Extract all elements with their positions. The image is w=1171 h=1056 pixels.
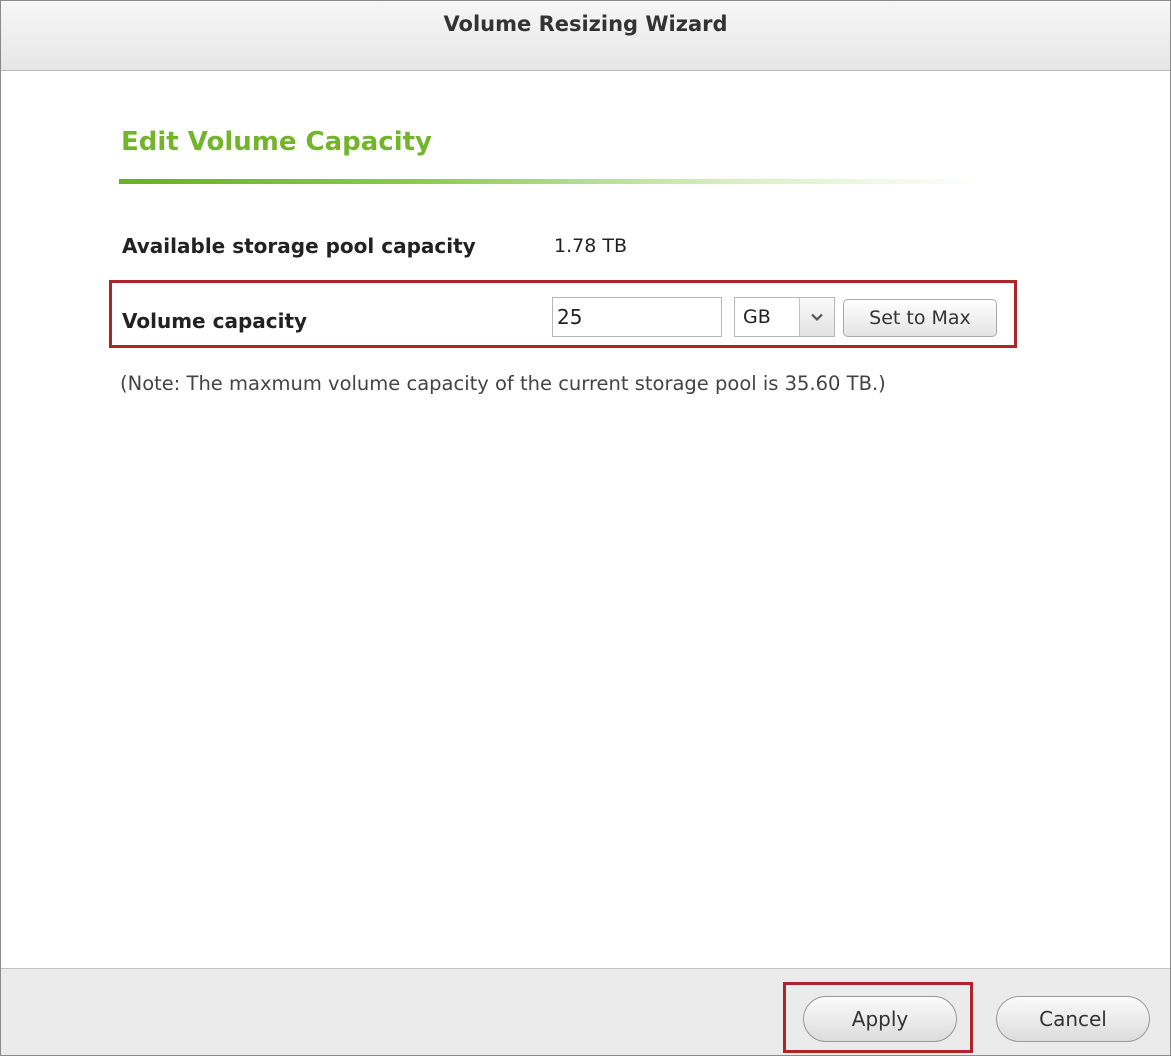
unit-select[interactable]: GB — [734, 297, 835, 337]
apply-button[interactable]: Apply — [803, 996, 957, 1042]
wizard-window: Volume Resizing Wizard Edit Volume Capac… — [0, 0, 1171, 1056]
window-title: Volume Resizing Wizard — [443, 11, 728, 36]
volume-capacity-input[interactable] — [552, 297, 722, 337]
title-bar[interactable]: Volume Resizing Wizard — [1, 1, 1170, 71]
available-capacity-label: Available storage pool capacity — [122, 234, 476, 258]
wizard-footer — [1, 968, 1170, 1055]
section-title: Edit Volume Capacity — [121, 127, 433, 157]
set-to-max-button[interactable]: Set to Max — [843, 299, 997, 337]
available-capacity-value: 1.78 TB — [554, 235, 627, 257]
section-divider — [119, 179, 979, 184]
chevron-down-icon[interactable] — [799, 298, 834, 336]
cancel-button[interactable]: Cancel — [996, 996, 1150, 1042]
volume-capacity-label: Volume capacity — [122, 309, 308, 333]
capacity-note: (Note: The maxmum volume capacity of the… — [120, 372, 886, 395]
unit-select-value: GB — [743, 306, 771, 328]
